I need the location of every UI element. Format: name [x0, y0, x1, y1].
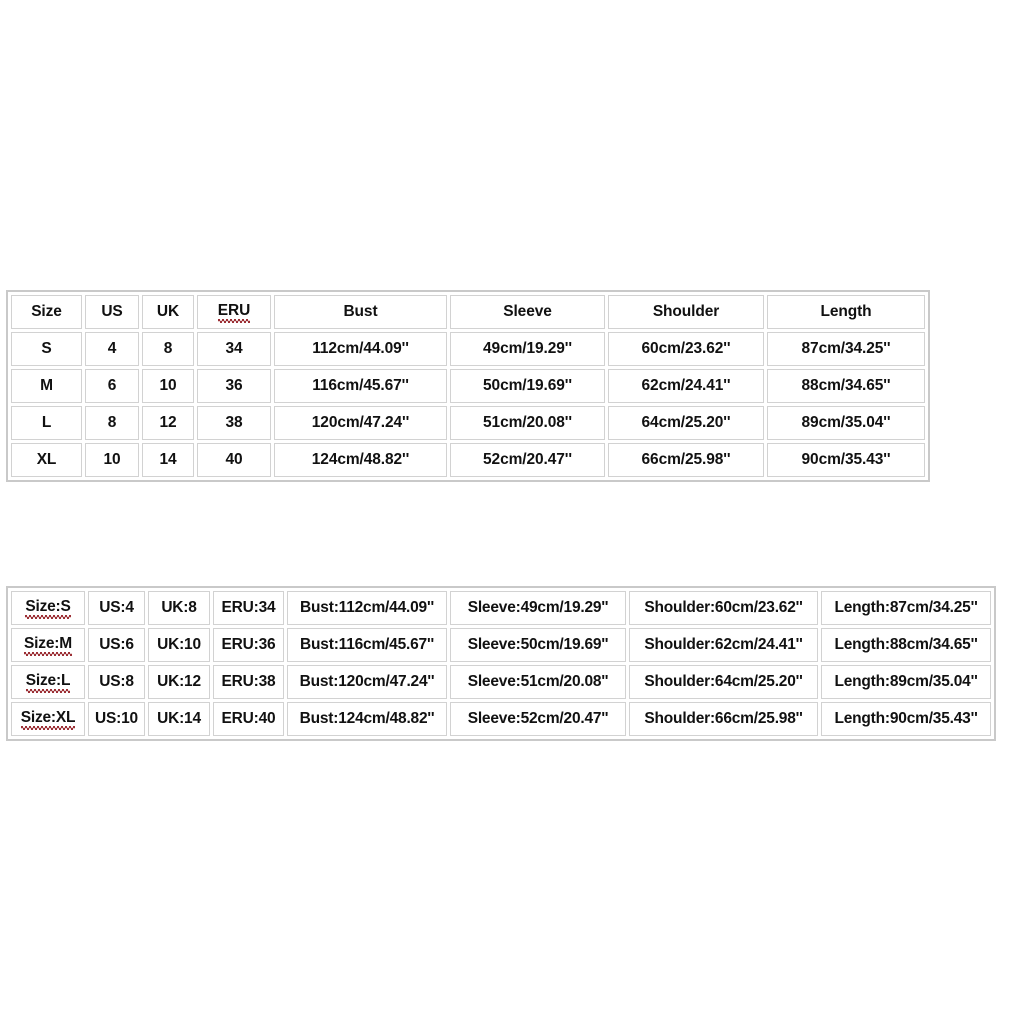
table-row: L 8 12 38 120cm/47.24'' 51cm/20.08'' 64c…	[11, 406, 925, 440]
cell-bust: Bust:116cm/45.67''	[287, 628, 447, 662]
column-header-us: US	[85, 295, 139, 329]
cell-sleeve: 50cm/19.69''	[450, 369, 605, 403]
table-row: Size:M US:6 UK:10 ERU:36 Bust:116cm/45.6…	[11, 628, 991, 662]
spellcheck-underline-size: Size:M	[24, 635, 72, 656]
cell-us: 4	[85, 332, 139, 366]
cell-size: L	[11, 406, 82, 440]
cell-uk: UK:8	[148, 591, 210, 625]
cell-length: Length:89cm/35.04''	[821, 665, 991, 699]
cell-uk: 8	[142, 332, 194, 366]
cell-eru: 36	[197, 369, 271, 403]
cell-uk: 14	[142, 443, 194, 477]
cell-eru: 34	[197, 332, 271, 366]
column-header-shoulder: Shoulder	[608, 295, 764, 329]
table-row: M 6 10 36 116cm/45.67'' 50cm/19.69'' 62c…	[11, 369, 925, 403]
spellcheck-underline-size: Size:XL	[20, 709, 75, 730]
cell-length: 87cm/34.25''	[767, 332, 925, 366]
column-header-eru: ERU	[197, 295, 271, 329]
cell-sleeve: Sleeve:52cm/20.47''	[450, 702, 626, 736]
table-row: Size:S US:4 UK:8 ERU:34 Bust:112cm/44.09…	[11, 591, 991, 625]
detailed-table-head: Size US UK ERU Bust Sleeve Shoulder Leng…	[11, 295, 925, 329]
cell-shoulder: 66cm/25.98''	[608, 443, 764, 477]
column-header-sleeve: Sleeve	[450, 295, 605, 329]
cell-shoulder: 62cm/24.41''	[608, 369, 764, 403]
spellcheck-underline-eru: ERU	[217, 302, 251, 323]
detailed-size-table: Size US UK ERU Bust Sleeve Shoulder Leng…	[6, 290, 930, 482]
cell-shoulder: Shoulder:62cm/24.41''	[629, 628, 818, 662]
cell-bust: Bust:124cm/48.82''	[287, 702, 447, 736]
table-row: XL 10 14 40 124cm/48.82'' 52cm/20.47'' 6…	[11, 443, 925, 477]
cell-length: 90cm/35.43''	[767, 443, 925, 477]
cell-bust: 124cm/48.82''	[274, 443, 447, 477]
cell-size: Size:M	[11, 628, 85, 662]
cell-size: Size:L	[11, 665, 85, 699]
table-row: S 4 8 34 112cm/44.09'' 49cm/19.29'' 60cm…	[11, 332, 925, 366]
cell-us: US:8	[88, 665, 145, 699]
cell-us: 6	[85, 369, 139, 403]
cell-sleeve: 51cm/20.08''	[450, 406, 605, 440]
column-header-length: Length	[767, 295, 925, 329]
spellcheck-underline-size: Size:S	[25, 598, 71, 619]
cell-size: M	[11, 369, 82, 403]
cell-us: US:6	[88, 628, 145, 662]
detailed-table-body: S 4 8 34 112cm/44.09'' 49cm/19.29'' 60cm…	[11, 332, 925, 477]
cell-us: US:4	[88, 591, 145, 625]
cell-size: S	[11, 332, 82, 366]
column-header-size: Size	[11, 295, 82, 329]
cell-size: Size:XL	[11, 702, 85, 736]
table-row: Size:XL US:10 UK:14 ERU:40 Bust:124cm/48…	[11, 702, 991, 736]
cell-bust: Bust:112cm/44.09''	[287, 591, 447, 625]
cell-bust: 116cm/45.67''	[274, 369, 447, 403]
cell-bust: Bust:120cm/47.24''	[287, 665, 447, 699]
size-chart-page: { "page": { "background_color": "#ffffff…	[0, 0, 1024, 1024]
cell-shoulder: Shoulder:66cm/25.98''	[629, 702, 818, 736]
cell-eru: 38	[197, 406, 271, 440]
cell-length: 89cm/35.04''	[767, 406, 925, 440]
cell-eru: 40	[197, 443, 271, 477]
cell-uk: UK:14	[148, 702, 210, 736]
cell-eru: ERU:38	[213, 665, 284, 699]
cell-shoulder: 64cm/25.20''	[608, 406, 764, 440]
column-header-uk: UK	[142, 295, 194, 329]
cell-us: 10	[85, 443, 139, 477]
cell-eru: ERU:36	[213, 628, 284, 662]
cell-length: Length:87cm/34.25''	[821, 591, 991, 625]
combined-size-table: Size:S US:4 UK:8 ERU:34 Bust:112cm/44.09…	[6, 586, 996, 741]
column-header-bust: Bust	[274, 295, 447, 329]
cell-sleeve: 52cm/20.47''	[450, 443, 605, 477]
cell-size: XL	[11, 443, 82, 477]
cell-uk: 12	[142, 406, 194, 440]
cell-length: Length:88cm/34.65''	[821, 628, 991, 662]
cell-length: 88cm/34.65''	[767, 369, 925, 403]
spellcheck-underline-size: Size:L	[25, 672, 71, 693]
cell-eru: ERU:34	[213, 591, 284, 625]
cell-shoulder: Shoulder:60cm/23.62''	[629, 591, 818, 625]
cell-length: Length:90cm/35.43''	[821, 702, 991, 736]
combined-table-body: Size:S US:4 UK:8 ERU:34 Bust:112cm/44.09…	[11, 591, 991, 736]
cell-shoulder: 60cm/23.62''	[608, 332, 764, 366]
cell-us: 8	[85, 406, 139, 440]
cell-sleeve: Sleeve:50cm/19.69''	[450, 628, 626, 662]
cell-uk: 10	[142, 369, 194, 403]
table-header-row: Size US UK ERU Bust Sleeve Shoulder Leng…	[11, 295, 925, 329]
cell-eru: ERU:40	[213, 702, 284, 736]
cell-sleeve: Sleeve:51cm/20.08''	[450, 665, 626, 699]
cell-uk: UK:12	[148, 665, 210, 699]
cell-bust: 120cm/47.24''	[274, 406, 447, 440]
table-row: Size:L US:8 UK:12 ERU:38 Bust:120cm/47.2…	[11, 665, 991, 699]
cell-us: US:10	[88, 702, 145, 736]
cell-sleeve: 49cm/19.29''	[450, 332, 605, 366]
cell-shoulder: Shoulder:64cm/25.20''	[629, 665, 818, 699]
cell-sleeve: Sleeve:49cm/19.29''	[450, 591, 626, 625]
cell-bust: 112cm/44.09''	[274, 332, 447, 366]
cell-size: Size:S	[11, 591, 85, 625]
cell-uk: UK:10	[148, 628, 210, 662]
